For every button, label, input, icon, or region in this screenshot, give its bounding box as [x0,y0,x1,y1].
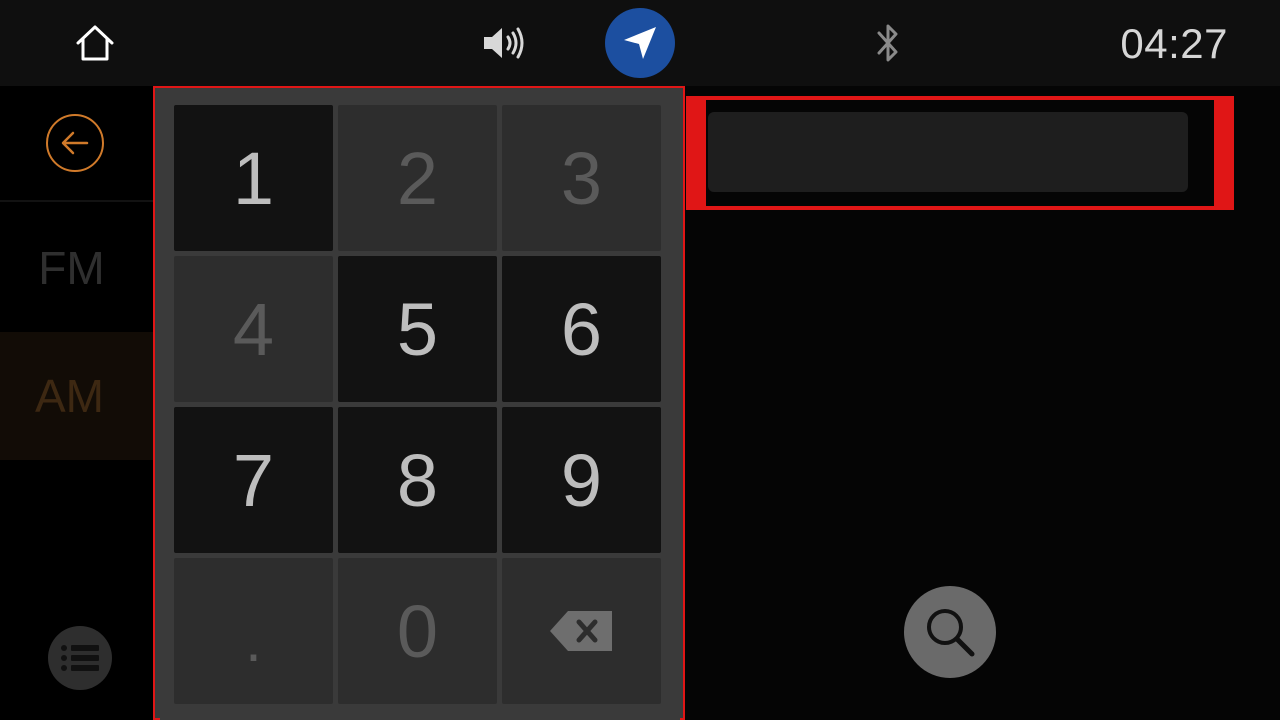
frequency-input[interactable] [708,112,1188,192]
key-4: 4 [174,256,333,402]
key-5[interactable]: 5 [338,256,497,402]
radio-tuner-screen: 04:27 FM AM 1 2 3 4 5 6 7 8 9 . 0 [0,0,1280,720]
bluetooth-button[interactable] [868,18,908,68]
status-bar: 04:27 [0,0,1280,86]
home-icon [76,25,114,61]
volume-icon [484,27,524,59]
key-7[interactable]: 7 [174,407,333,553]
key-9[interactable]: 9 [502,407,661,553]
volume-button[interactable] [474,18,530,68]
back-button-circle [45,114,104,172]
key-decimal: . [174,558,333,704]
highlight-bar-right [1214,100,1234,206]
clock-time: 04:27 [1120,20,1228,67]
key-2: 2 [338,105,497,251]
backspace-icon [549,611,612,651]
band-fm-button[interactable]: FM [0,204,155,332]
highlight-bar-left [686,100,706,206]
key-6[interactable]: 6 [502,256,661,402]
key-0: 0 [338,558,497,704]
station-list-button[interactable] [48,626,112,690]
back-arrow-icon [61,131,88,155]
search-icon [927,609,975,657]
back-button[interactable] [0,86,155,202]
key-3: 3 [502,105,661,251]
sidebar: FM AM [0,86,155,720]
key-1[interactable]: 1 [174,105,333,251]
band-am-button[interactable]: AM [0,332,155,460]
keypad-grid: 1 2 3 4 5 6 7 8 9 . 0 [160,88,680,720]
list-icon [61,645,99,671]
key-8[interactable]: 8 [338,407,497,553]
bluetooth-icon [877,24,898,62]
navigation-arrow-icon [624,27,656,59]
search-button[interactable] [904,586,996,678]
home-button[interactable] [70,18,120,68]
backspace-key[interactable] [502,558,661,704]
navigation-button[interactable] [605,8,675,78]
numeric-keypad: 1 2 3 4 5 6 7 8 9 . 0 [153,86,685,720]
